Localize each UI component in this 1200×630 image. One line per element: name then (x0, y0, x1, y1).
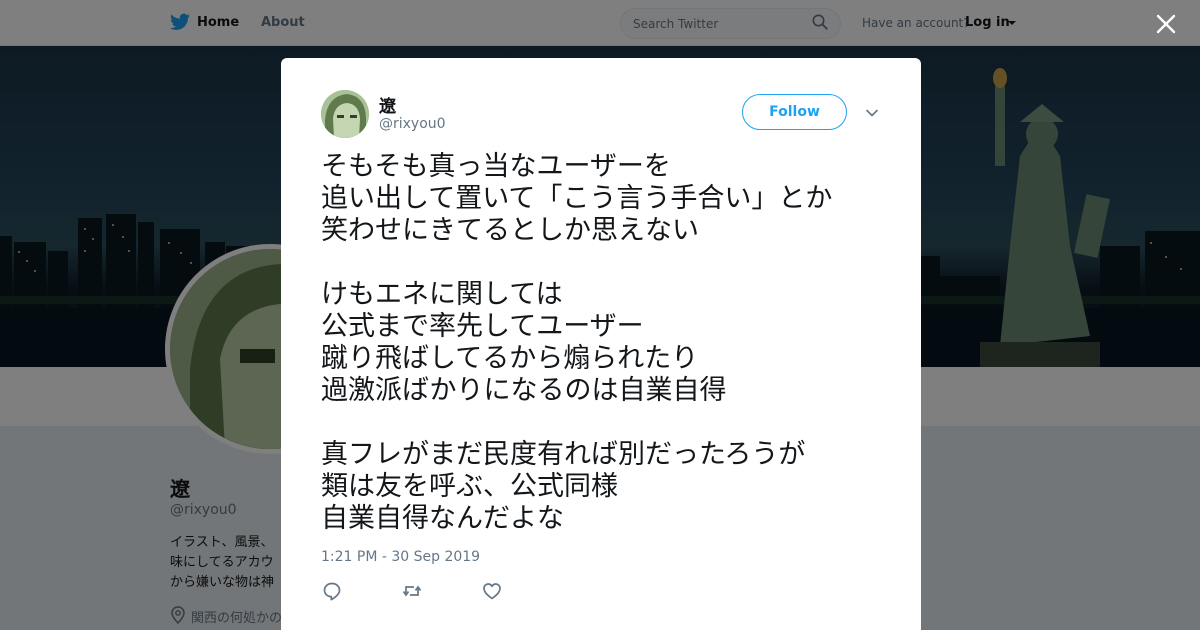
tweet-text-line: 真フレがまだ民度有れば別だったろうが (321, 439, 806, 470)
tweet-text-line: 笑わせにきてるとしか思えない (321, 215, 699, 246)
retweet-icon[interactable] (401, 580, 423, 602)
tweet-text-line: 過激派ばかりになるのは自業自得 (321, 375, 727, 406)
tweet-text-line: 公式まで率先してユーザー (321, 311, 644, 342)
tweet-text-line: けもエネに関しては (321, 279, 563, 310)
reply-icon[interactable] (321, 580, 343, 602)
tweet-timestamp[interactable]: 1:21 PM - 30 Sep 2019 (321, 549, 480, 565)
tweet-text-line (321, 247, 891, 279)
heart-icon[interactable] (481, 580, 503, 602)
tweet-text-line: 類は友を呼ぶ、公式同様 (321, 471, 618, 502)
tweet-author-avatar[interactable] (321, 90, 369, 138)
tweet-text-line: そもそも真っ当なユーザーを (321, 151, 671, 182)
follow-button[interactable]: Follow (742, 94, 847, 130)
chevron-down-icon[interactable] (865, 105, 879, 119)
tweet-author-handle[interactable]: @rixyou0 (379, 116, 446, 132)
tweet-text-line: 蹴り飛ばしてるから煽られたり (321, 343, 699, 374)
tweet-text-line: 自業自得なんだよな (321, 503, 564, 534)
tweet-author-name[interactable]: 遼 (379, 92, 396, 117)
tweet-text-line: 追い出して置いて「こう言う手合い」とか (321, 183, 833, 214)
tweet-text: そもそも真っ当なユーザーを 追い出して置いて「こう言う手合い」とか 笑わせにきて… (321, 151, 891, 535)
tweet-modal: 遼 @rixyou0 Follow そもそも真っ当なユーザーを 追い出して置いて… (281, 58, 921, 630)
tweet-text-line (321, 407, 891, 439)
close-icon[interactable] (1155, 13, 1177, 35)
